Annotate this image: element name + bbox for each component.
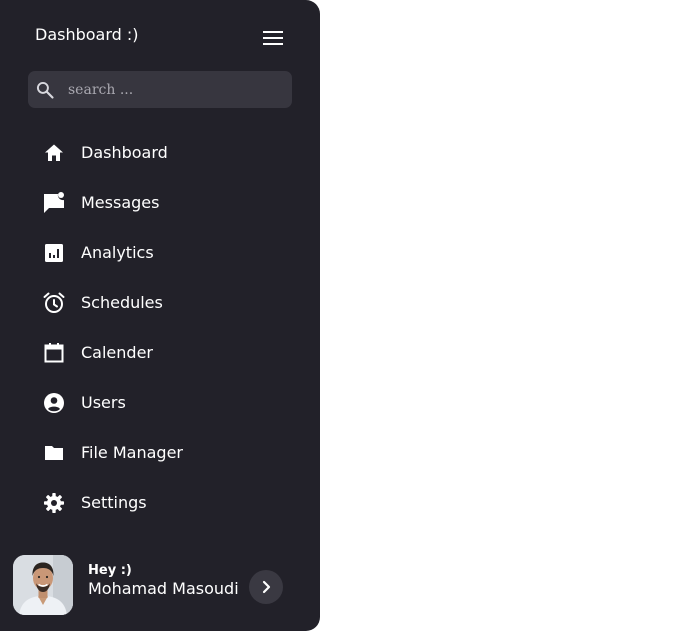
sidebar-item-file-manager[interactable]: File Manager xyxy=(0,428,320,478)
menu-toggle-button[interactable] xyxy=(262,28,284,48)
search-box xyxy=(28,71,292,108)
sidebar-item-messages[interactable]: Messages xyxy=(0,178,320,228)
folder-icon xyxy=(45,446,63,460)
sidebar-item-label: Analytics xyxy=(81,243,154,262)
messages-icon xyxy=(44,192,64,213)
user-icon xyxy=(44,393,64,413)
menu-icon xyxy=(263,31,283,45)
chevron-right-icon xyxy=(262,580,271,594)
sidebar-item-label: Messages xyxy=(81,193,160,212)
sidebar-nav: Dashboard Messages Analytics Schedules C… xyxy=(0,128,320,528)
home-icon xyxy=(45,144,63,161)
sidebar-item-settings[interactable]: Settings xyxy=(0,478,320,528)
sidebar-item-label: File Manager xyxy=(81,443,183,462)
app-title: Dashboard :) xyxy=(35,25,139,44)
sidebar-item-dashboard[interactable]: Dashboard xyxy=(0,128,320,178)
calendar-icon xyxy=(44,343,64,363)
sidebar-item-analytics[interactable]: Analytics xyxy=(0,228,320,278)
gear-icon xyxy=(44,493,64,513)
user-profile: Hey :) Mohamad Masoudi xyxy=(0,555,320,615)
sidebar-item-label: Dashboard xyxy=(81,143,168,162)
profile-name: Mohamad Masoudi xyxy=(88,579,239,598)
sidebar-item-label: Schedules xyxy=(81,293,163,312)
sidebar-item-calender[interactable]: Calender xyxy=(0,328,320,378)
sidebar-item-schedules[interactable]: Schedules xyxy=(0,278,320,328)
sidebar-item-label: Calender xyxy=(81,343,153,362)
profile-expand-button[interactable] xyxy=(249,570,283,604)
sidebar-item-users[interactable]: Users xyxy=(0,378,320,428)
search-input[interactable] xyxy=(68,71,283,108)
sidebar: Dashboard :) Dashboard Messages xyxy=(0,0,320,631)
sidebar-item-label: Settings xyxy=(81,493,147,512)
alarm-icon xyxy=(43,292,65,313)
avatar[interactable] xyxy=(13,555,73,615)
avatar-image xyxy=(13,555,73,615)
search-icon xyxy=(36,81,54,99)
profile-greeting: Hey :) xyxy=(88,563,132,578)
sidebar-item-label: Users xyxy=(81,393,126,412)
analytics-icon xyxy=(45,244,63,262)
